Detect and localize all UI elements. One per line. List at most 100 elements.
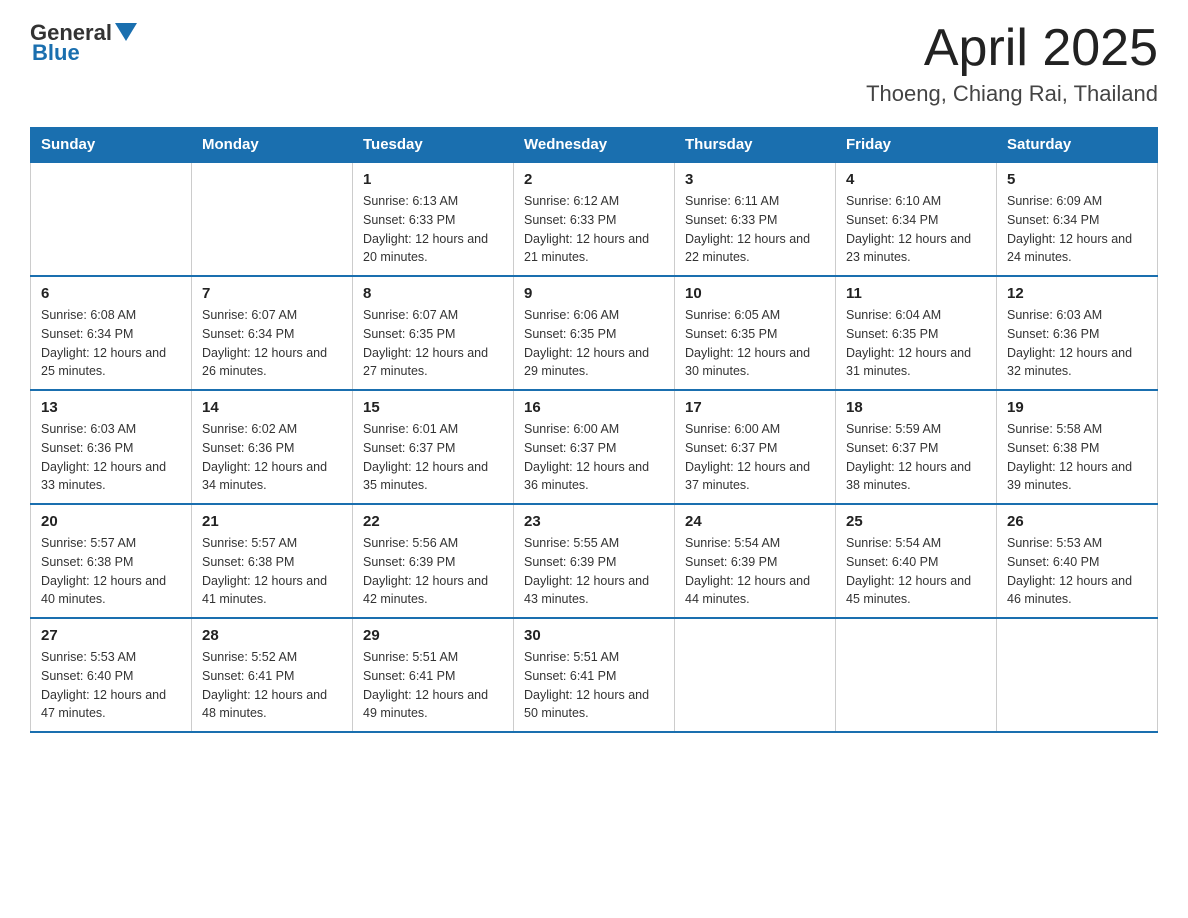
calendar-cell: 7Sunrise: 6:07 AMSunset: 6:34 PMDaylight… xyxy=(192,276,353,390)
day-number: 11 xyxy=(846,285,986,302)
calendar-cell: 23 Sunrise: 5:55 AMSunset: 6:39 PMDayligh… xyxy=(514,504,675,618)
day-number: 6 xyxy=(41,285,181,302)
day-info: Sunrise: 6:00 AMSunset: 6:37 PMDaylight:… xyxy=(524,420,664,495)
day-number: 16 xyxy=(524,399,664,416)
calendar-week-4: 20 Sunrise: 5:57 AMSunset: 6:38 PMDayligh… xyxy=(31,504,1158,618)
day-number: 3 xyxy=(685,171,825,188)
calendar-cell: 9 Sunrise: 6:06 AMSunset: 6:35 PMDaylight… xyxy=(514,276,675,390)
day-info: Sunrise: 6:04 AMSunset: 6:35 PMDaylight:… xyxy=(846,306,986,381)
day-number: 5 xyxy=(1007,171,1147,188)
calendar-cell: 30 Sunrise: 5:51 AMSunset: 6:41 PMDayligh… xyxy=(514,618,675,732)
calendar-cell: 3 Sunrise: 6:11 AMSunset: 6:33 PMDaylight… xyxy=(675,162,836,276)
main-title: April 2025 xyxy=(866,20,1158,77)
day-number: 28 xyxy=(202,627,342,644)
day-info: Sunrise: 6:05 AMSunset: 6:35 PMDaylight:… xyxy=(685,306,825,381)
calendar-cell: 18 Sunrise: 5:59 AMSunset: 6:37 PMDayligh… xyxy=(836,390,997,504)
calendar-cell: 29Sunrise: 5:51 AMSunset: 6:41 PMDayligh… xyxy=(353,618,514,732)
calendar-cell: 20 Sunrise: 5:57 AMSunset: 6:38 PMDayligh… xyxy=(31,504,192,618)
calendar-cell: 13 Sunrise: 6:03 AMSunset: 6:36 PMDayligh… xyxy=(31,390,192,504)
logo: General Blue xyxy=(30,20,137,66)
day-number: 4 xyxy=(846,171,986,188)
day-info: Sunrise: 6:02 AMSunset: 6:36 PMDaylight:… xyxy=(202,420,342,495)
calendar-cell: 17Sunrise: 6:00 AMSunset: 6:37 PMDayligh… xyxy=(675,390,836,504)
day-number: 9 xyxy=(524,285,664,302)
calendar-header-saturday: Saturday xyxy=(997,128,1158,163)
day-number: 26 xyxy=(1007,513,1147,530)
calendar-cell: 24 Sunrise: 5:54 AMSunset: 6:39 PMDayligh… xyxy=(675,504,836,618)
day-info: Sunrise: 6:13 AMSunset: 6:33 PMDaylight:… xyxy=(363,192,503,267)
calendar-cell: 2 Sunrise: 6:12 AMSunset: 6:33 PMDaylight… xyxy=(514,162,675,276)
day-number: 20 xyxy=(41,513,181,530)
calendar-cell: 21 Sunrise: 5:57 AMSunset: 6:38 PMDayligh… xyxy=(192,504,353,618)
calendar-cell: 10 Sunrise: 6:05 AMSunset: 6:35 PMDayligh… xyxy=(675,276,836,390)
calendar-header-wednesday: Wednesday xyxy=(514,128,675,163)
calendar-cell xyxy=(192,162,353,276)
calendar-cell: 16 Sunrise: 6:00 AMSunset: 6:37 PMDayligh… xyxy=(514,390,675,504)
day-number: 8 xyxy=(363,285,503,302)
day-number: 18 xyxy=(846,399,986,416)
calendar-table: SundayMondayTuesdayWednesdayThursdayFrid… xyxy=(30,127,1158,733)
day-number: 19 xyxy=(1007,399,1147,416)
day-info: Sunrise: 6:12 AMSunset: 6:33 PMDaylight:… xyxy=(524,192,664,267)
calendar-cell: 1 Sunrise: 6:13 AMSunset: 6:33 PMDaylight… xyxy=(353,162,514,276)
calendar-week-3: 13 Sunrise: 6:03 AMSunset: 6:36 PMDayligh… xyxy=(31,390,1158,504)
calendar-cell: 26 Sunrise: 5:53 AMSunset: 6:40 PMDayligh… xyxy=(997,504,1158,618)
day-number: 23 xyxy=(524,513,664,530)
day-info: Sunrise: 5:53 AMSunset: 6:40 PMDaylight:… xyxy=(41,648,181,723)
calendar-header-row: SundayMondayTuesdayWednesdayThursdayFrid… xyxy=(31,128,1158,163)
calendar-cell: 8 Sunrise: 6:07 AMSunset: 6:35 PMDaylight… xyxy=(353,276,514,390)
calendar-cell: 14 Sunrise: 6:02 AMSunset: 6:36 PMDayligh… xyxy=(192,390,353,504)
day-info: Sunrise: 6:08 AMSunset: 6:34 PMDaylight:… xyxy=(41,306,181,381)
day-info: Sunrise: 5:56 AMSunset: 6:39 PMDaylight:… xyxy=(363,534,503,609)
calendar-cell xyxy=(836,618,997,732)
calendar-cell: 15Sunrise: 6:01 AMSunset: 6:37 PMDayligh… xyxy=(353,390,514,504)
logo-blue-text: Blue xyxy=(32,40,80,66)
calendar-cell: 22 Sunrise: 5:56 AMSunset: 6:39 PMDayligh… xyxy=(353,504,514,618)
page-header: General Blue April 2025 Thoeng, Chiang R… xyxy=(30,20,1158,107)
day-number: 21 xyxy=(202,513,342,530)
day-number: 10 xyxy=(685,285,825,302)
day-number: 22 xyxy=(363,513,503,530)
day-number: 2 xyxy=(524,171,664,188)
day-info: Sunrise: 5:57 AMSunset: 6:38 PMDaylight:… xyxy=(41,534,181,609)
logo-triangle-icon xyxy=(115,23,137,41)
calendar-cell: 25 Sunrise: 5:54 AMSunset: 6:40 PMDayligh… xyxy=(836,504,997,618)
day-info: Sunrise: 5:53 AMSunset: 6:40 PMDaylight:… xyxy=(1007,534,1147,609)
calendar-cell: 27Sunrise: 5:53 AMSunset: 6:40 PMDayligh… xyxy=(31,618,192,732)
day-number: 25 xyxy=(846,513,986,530)
day-info: Sunrise: 5:52 AMSunset: 6:41 PMDaylight:… xyxy=(202,648,342,723)
day-number: 29 xyxy=(363,627,503,644)
day-info: Sunrise: 6:07 AMSunset: 6:35 PMDaylight:… xyxy=(363,306,503,381)
day-number: 1 xyxy=(363,171,503,188)
day-info: Sunrise: 6:11 AMSunset: 6:33 PMDaylight:… xyxy=(685,192,825,267)
calendar-week-5: 27Sunrise: 5:53 AMSunset: 6:40 PMDayligh… xyxy=(31,618,1158,732)
calendar-cell: 28 Sunrise: 5:52 AMSunset: 6:41 PMDayligh… xyxy=(192,618,353,732)
calendar-cell: 12Sunrise: 6:03 AMSunset: 6:36 PMDayligh… xyxy=(997,276,1158,390)
day-info: Sunrise: 5:57 AMSunset: 6:38 PMDaylight:… xyxy=(202,534,342,609)
day-info: Sunrise: 6:07 AMSunset: 6:34 PMDaylight:… xyxy=(202,306,342,381)
day-info: Sunrise: 6:03 AMSunset: 6:36 PMDaylight:… xyxy=(41,420,181,495)
day-info: Sunrise: 5:58 AMSunset: 6:38 PMDaylight:… xyxy=(1007,420,1147,495)
day-number: 30 xyxy=(524,627,664,644)
calendar-week-1: 1 Sunrise: 6:13 AMSunset: 6:33 PMDaylight… xyxy=(31,162,1158,276)
day-info: Sunrise: 6:01 AMSunset: 6:37 PMDaylight:… xyxy=(363,420,503,495)
calendar-cell: 19 Sunrise: 5:58 AMSunset: 6:38 PMDayligh… xyxy=(997,390,1158,504)
calendar-cell: 6 Sunrise: 6:08 AMSunset: 6:34 PMDaylight… xyxy=(31,276,192,390)
day-info: Sunrise: 5:55 AMSunset: 6:39 PMDaylight:… xyxy=(524,534,664,609)
day-number: 13 xyxy=(41,399,181,416)
calendar-cell xyxy=(997,618,1158,732)
calendar-week-2: 6 Sunrise: 6:08 AMSunset: 6:34 PMDaylight… xyxy=(31,276,1158,390)
day-info: Sunrise: 6:06 AMSunset: 6:35 PMDaylight:… xyxy=(524,306,664,381)
day-number: 24 xyxy=(685,513,825,530)
day-info: Sunrise: 5:51 AMSunset: 6:41 PMDaylight:… xyxy=(524,648,664,723)
calendar-cell: 4 Sunrise: 6:10 AMSunset: 6:34 PMDaylight… xyxy=(836,162,997,276)
calendar-header-monday: Monday xyxy=(192,128,353,163)
day-info: Sunrise: 6:10 AMSunset: 6:34 PMDaylight:… xyxy=(846,192,986,267)
title-block: April 2025 Thoeng, Chiang Rai, Thailand xyxy=(866,20,1158,107)
day-number: 14 xyxy=(202,399,342,416)
day-info: Sunrise: 5:59 AMSunset: 6:37 PMDaylight:… xyxy=(846,420,986,495)
day-info: Sunrise: 5:54 AMSunset: 6:39 PMDaylight:… xyxy=(685,534,825,609)
calendar-header-thursday: Thursday xyxy=(675,128,836,163)
calendar-cell: 5Sunrise: 6:09 AMSunset: 6:34 PMDaylight… xyxy=(997,162,1158,276)
day-info: Sunrise: 5:54 AMSunset: 6:40 PMDaylight:… xyxy=(846,534,986,609)
